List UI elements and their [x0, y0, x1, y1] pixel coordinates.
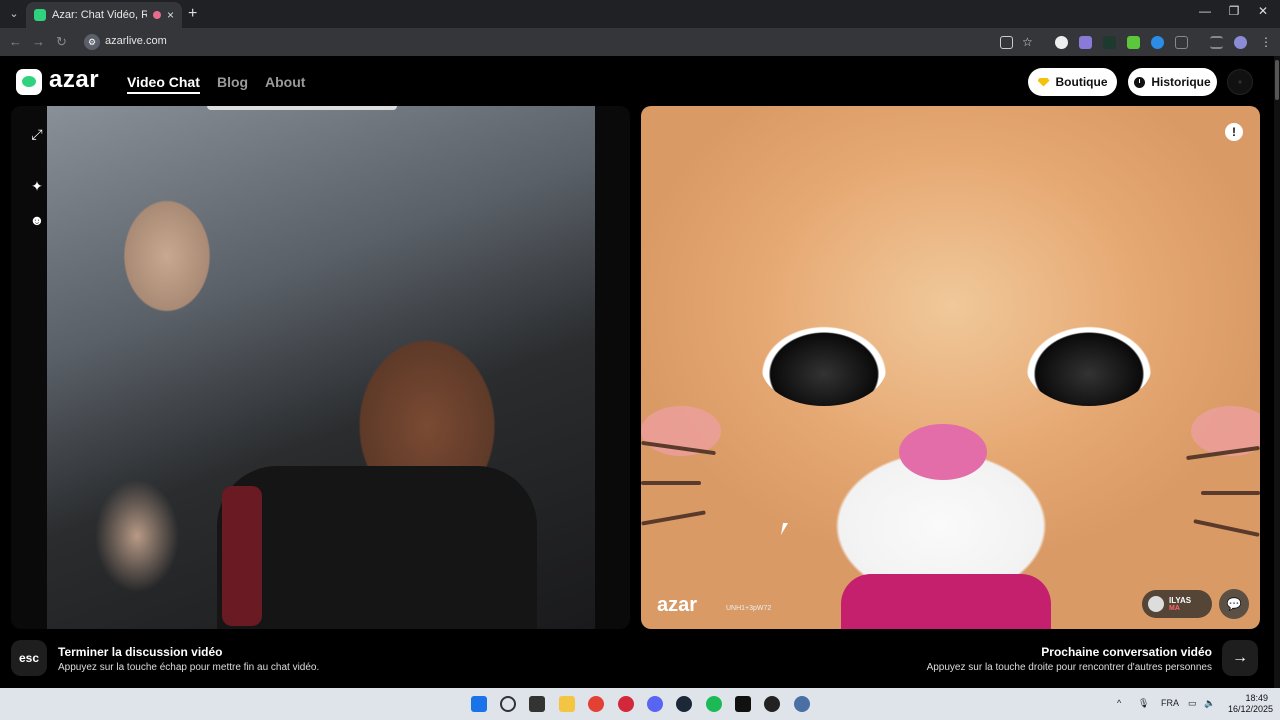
profile-avatar-icon[interactable]: [1234, 36, 1247, 49]
url-text: azarlive.com: [105, 35, 167, 47]
video-top-indicator: [207, 106, 397, 110]
azar-watermark: azar: [657, 594, 698, 616]
face-filter-icon[interactable]: ☻: [29, 212, 45, 228]
historique-label: Historique: [1151, 75, 1211, 89]
whisker: [641, 481, 701, 485]
next-chat-subtitle: Appuyez sur la touche droite pour rencon…: [926, 662, 1212, 673]
end-chat-subtitle: Appuyez sur la touche échap pour mettre …: [58, 662, 320, 673]
partner-profile-pill[interactable]: ILYAS MA: [1142, 590, 1212, 618]
boutique-label: Boutique: [1055, 75, 1108, 89]
whisker: [641, 510, 706, 526]
site-info-icon[interactable]: ⚙: [84, 34, 100, 50]
maximize-button[interactable]: ❐: [1219, 4, 1249, 18]
azar-logo-text[interactable]: azar: [49, 66, 99, 94]
game-app-icon[interactable]: [735, 696, 751, 712]
filter-eye-right: [1026, 326, 1152, 406]
extensions-puzzle-icon[interactable]: [1175, 36, 1188, 49]
back-button[interactable]: ←: [9, 34, 22, 49]
whisker: [1201, 491, 1260, 495]
filter-nose: [899, 424, 987, 480]
browser-tab[interactable]: Azar: Chat Vidéo, Rencontre ×: [26, 2, 182, 28]
settings-gear-icon[interactable]: [794, 696, 810, 712]
close-window-button[interactable]: ✕: [1248, 4, 1278, 18]
chrome-icon[interactable]: [588, 696, 604, 712]
next-chat-title: Prochaine conversation vidéo: [1041, 645, 1212, 659]
browser-menu-icon[interactable]: ⋮: [1260, 36, 1273, 49]
report-alert-icon[interactable]: !: [1225, 123, 1243, 141]
start-menu-icon[interactable]: [471, 696, 487, 712]
chat-bubble-button[interactable]: 💬: [1219, 589, 1249, 619]
azar-favicon-icon: [34, 9, 46, 21]
opera-icon[interactable]: [618, 696, 634, 712]
partner-name: ILYAS: [1169, 596, 1192, 605]
taskbar-search-icon[interactable]: [500, 696, 516, 712]
extension-2-icon[interactable]: [1079, 36, 1092, 49]
windows-taskbar: ^ 🎙 FRA ▭ 🔈 18:49 16/12/2025: [0, 688, 1280, 720]
network-icon[interactable]: ▭: [1188, 698, 1197, 709]
browser-toolbar: ← → ↻ ⚙ azarlive.com ☆ ⋮: [0, 28, 1280, 56]
partner-video-panel: ! azar UNH1+3pW72 ILYAS MA 💬: [641, 106, 1260, 629]
steam-icon[interactable]: [676, 696, 692, 712]
browser-tabstrip: ⌄ Azar: Chat Vidéo, Rencontre × + — ❐ ✕: [0, 0, 1280, 28]
next-conversation-button[interactable]: →: [1222, 640, 1258, 676]
user-avatar[interactable]: [1227, 69, 1253, 95]
clock-icon: [1134, 76, 1146, 88]
nav-video-chat[interactable]: Video Chat: [127, 74, 200, 94]
extension-3-icon[interactable]: [1103, 36, 1116, 49]
diamond-icon: [1037, 77, 1050, 87]
azar-page: azar Video Chat Blog About Boutique Hist…: [0, 56, 1280, 688]
obs-icon[interactable]: [764, 696, 780, 712]
clock-date: 16/12/2025: [1228, 704, 1274, 714]
spotify-icon[interactable]: [706, 696, 722, 712]
taskbar-clock[interactable]: 18:49 16/12/2025: [1228, 693, 1274, 715]
recording-indicator-icon: [152, 11, 161, 19]
discord-icon[interactable]: [647, 696, 663, 712]
page-scrollbar[interactable]: [1274, 56, 1280, 688]
historique-button[interactable]: Historique: [1128, 68, 1217, 96]
expand-icon[interactable]: ⤢: [29, 126, 45, 142]
extension-5-icon[interactable]: [1151, 36, 1164, 49]
clock-time: 18:49: [1245, 693, 1268, 703]
effects-sparkle-icon[interactable]: ✦: [29, 178, 45, 194]
nav-blog[interactable]: Blog: [217, 74, 248, 90]
reload-button[interactable]: ↻: [56, 34, 67, 50]
esc-key-button[interactable]: esc: [11, 640, 47, 676]
forward-button[interactable]: →: [32, 34, 45, 49]
tab-title: Azar: Chat Vidéo, Rencontre: [52, 9, 147, 21]
tray-expand-icon[interactable]: ^: [1117, 698, 1121, 708]
filter-mouth: [841, 574, 1051, 629]
bookmark-star-icon[interactable]: ☆: [1022, 36, 1035, 49]
partner-country: MA: [1169, 605, 1180, 612]
whisker: [1193, 519, 1260, 537]
tab-search-icon[interactable]: ⌄: [6, 6, 22, 22]
task-view-icon[interactable]: [529, 696, 545, 712]
new-tab-button[interactable]: +: [188, 5, 197, 23]
azar-logo-icon[interactable]: [16, 69, 42, 95]
self-video-panel: ⤢ ✦ ☻: [11, 106, 630, 629]
cast-icon[interactable]: [1000, 36, 1013, 49]
boutique-button[interactable]: Boutique: [1028, 68, 1117, 96]
nav-about[interactable]: About: [265, 74, 305, 90]
filter-eye-left: [761, 326, 887, 406]
volume-icon[interactable]: 🔈: [1204, 698, 1215, 709]
extension-1-icon[interactable]: [1055, 36, 1068, 49]
reading-list-icon[interactable]: [1210, 36, 1223, 49]
end-chat-title: Terminer la discussion vidéo: [58, 645, 223, 659]
watermark-code: UNH1+3pW72: [726, 605, 772, 612]
partner-avatar-icon: [1148, 596, 1164, 612]
minimize-button[interactable]: —: [1190, 4, 1220, 18]
language-indicator[interactable]: FRA: [1161, 698, 1179, 708]
file-explorer-icon[interactable]: [559, 696, 575, 712]
extension-4-icon[interactable]: [1127, 36, 1140, 49]
close-tab-icon[interactable]: ×: [167, 8, 174, 22]
microphone-icon[interactable]: 🎙: [1138, 698, 1149, 709]
self-camera-feed: [47, 106, 595, 629]
